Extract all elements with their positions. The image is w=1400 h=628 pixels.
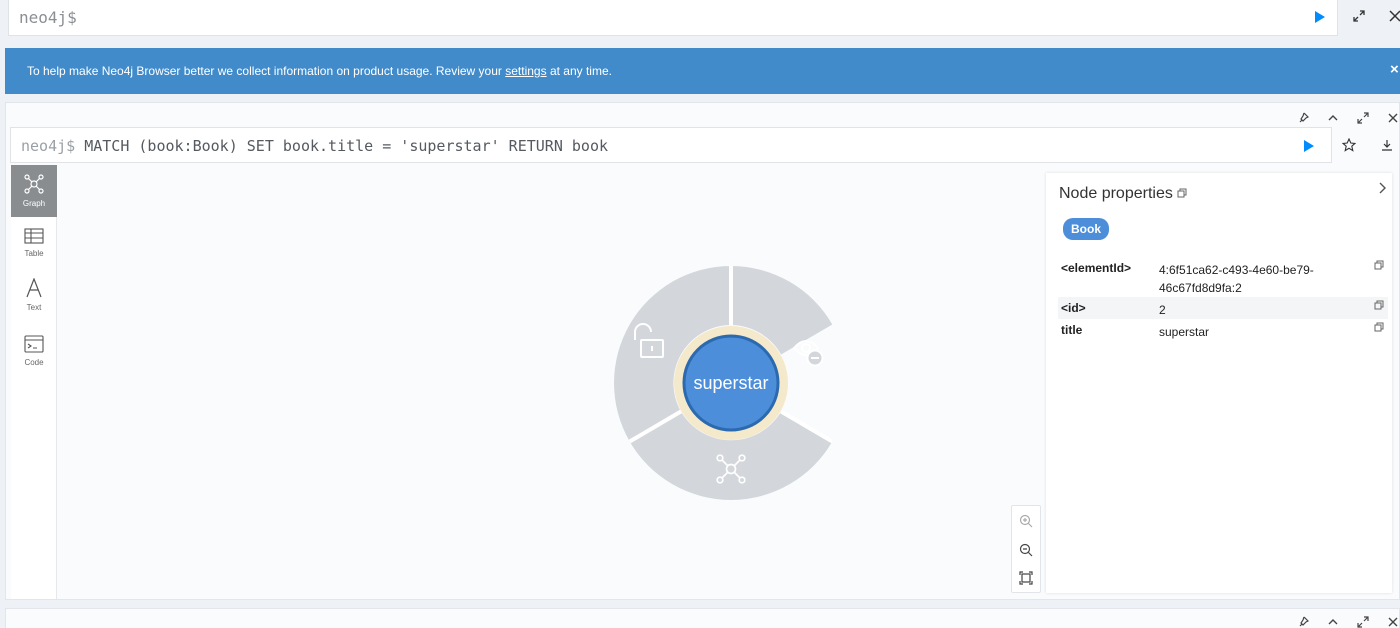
- pin-icon[interactable]: [1296, 111, 1310, 125]
- collapse-panel-chevron-icon[interactable]: [1376, 181, 1388, 200]
- frame-controls: [1296, 615, 1400, 628]
- frame-query-editor[interactable]: neo4j$ MATCH (book:Book) SET book.title …: [10, 127, 1332, 163]
- property-value: 4:6f51ca62-c493-4e60-be79-46c67fd8d9fa:2: [1159, 263, 1314, 295]
- copy-icon[interactable]: [1374, 299, 1384, 313]
- top-query-editor[interactable]: neo4j$: [8, 0, 1338, 36]
- property-key: <elementId>: [1061, 261, 1132, 275]
- property-value: 2: [1159, 303, 1166, 317]
- rerun-query-icon[interactable]: [1302, 139, 1316, 158]
- fullscreen-icon[interactable]: [1356, 111, 1370, 125]
- graph-svg: superstar: [614, 266, 834, 500]
- close-icon[interactable]: [1388, 9, 1400, 28]
- result-frame: neo4j$ MATCH (book:Book) SET book.title …: [5, 102, 1400, 600]
- zoom-controls: [1011, 505, 1041, 593]
- usage-banner: To help make Neo4j Browser better we col…: [5, 48, 1400, 94]
- favorite-star-icon[interactable]: [1341, 137, 1357, 157]
- property-value: superstar: [1159, 325, 1210, 339]
- run-query-icon[interactable]: [1313, 10, 1327, 29]
- query-text: neo4j$ MATCH (book:Book) SET book.title …: [21, 137, 609, 155]
- fullscreen-icon[interactable]: [1352, 9, 1366, 28]
- zoom-in-icon[interactable]: [1019, 514, 1033, 533]
- sidebar-item-graph[interactable]: Graph: [11, 165, 57, 217]
- property-row: <elementId> 4:6f51ca62-c493-4e60-be79-46…: [1058, 257, 1388, 297]
- close-frame-icon[interactable]: [1386, 615, 1400, 628]
- graph-icon: [24, 174, 44, 196]
- banner-close-icon[interactable]: ×: [1390, 61, 1399, 78]
- close-frame-icon[interactable]: [1386, 111, 1400, 125]
- frame-controls: [1296, 111, 1400, 125]
- fit-to-screen-icon[interactable]: [1019, 571, 1033, 590]
- table-icon: [24, 228, 44, 246]
- settings-link[interactable]: settings: [505, 64, 546, 78]
- sidebar-label-graph: Graph: [22, 199, 46, 208]
- copy-icon[interactable]: [1374, 321, 1384, 335]
- code-icon: [24, 335, 44, 355]
- collapse-icon[interactable]: [1326, 111, 1340, 125]
- banner-message: To help make Neo4j Browser better we col…: [27, 64, 612, 78]
- pin-icon[interactable]: [1296, 615, 1310, 628]
- fullscreen-icon[interactable]: [1356, 615, 1370, 628]
- property-row: <id> 2: [1058, 297, 1388, 319]
- collapse-icon[interactable]: [1326, 615, 1340, 628]
- download-icon[interactable]: [1380, 138, 1394, 157]
- property-row: title superstar: [1058, 319, 1388, 341]
- sidebar-label-text: Text: [26, 303, 42, 312]
- property-key: <id>: [1061, 301, 1086, 315]
- copy-icon[interactable]: [1374, 259, 1384, 273]
- next-result-frame: [5, 608, 1400, 628]
- panel-title: Node properties: [1059, 185, 1187, 203]
- node-caption: superstar: [693, 373, 768, 393]
- zoom-out-icon[interactable]: [1019, 543, 1033, 562]
- eye-hide-icon[interactable]: [792, 340, 824, 367]
- label-badge-book[interactable]: Book: [1063, 218, 1109, 240]
- text-icon: [25, 277, 43, 300]
- sidebar-label-table: Table: [24, 249, 44, 258]
- sidebar-item-table[interactable]: Table: [11, 217, 57, 269]
- sidebar-item-code[interactable]: Code: [11, 325, 57, 377]
- graph-canvas[interactable]: superstar: [58, 165, 1043, 599]
- copy-icon[interactable]: [1177, 188, 1187, 198]
- view-sidebar: Graph Table Text Code: [11, 165, 57, 599]
- editor-prompt: neo4j$: [19, 8, 77, 27]
- node-properties-panel: Node properties Book <elementId> 4:6f51c…: [1046, 173, 1392, 593]
- sidebar-label-code: Code: [24, 358, 44, 367]
- property-key: title: [1061, 323, 1083, 337]
- sidebar-item-text[interactable]: Text: [11, 269, 57, 321]
